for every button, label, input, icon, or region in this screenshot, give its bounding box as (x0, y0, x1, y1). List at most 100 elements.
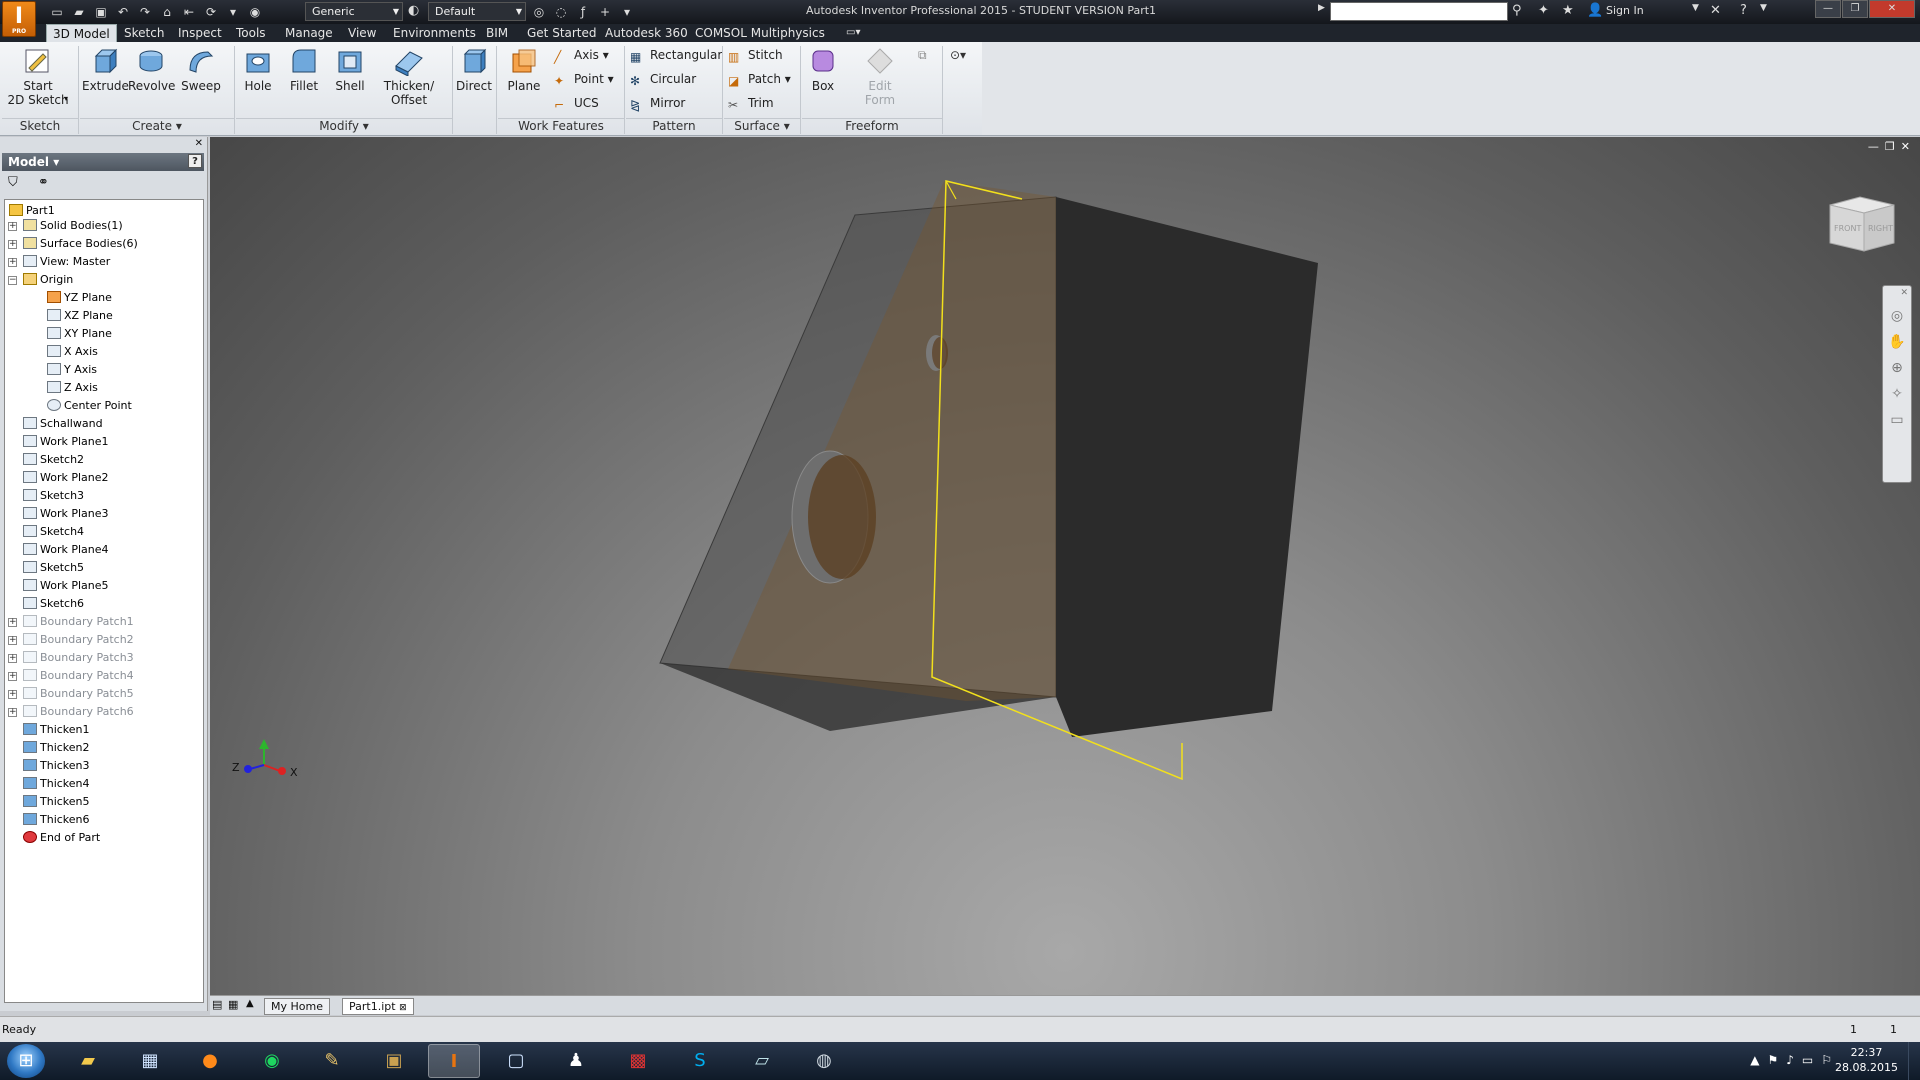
point-button[interactable]: ✦ Point ▾ (554, 71, 614, 88)
explorer-icon[interactable]: ▰ (62, 1044, 114, 1078)
tree-node-sketch5[interactable]: Sketch5 (23, 559, 84, 577)
look-at-icon[interactable]: ▭ (1883, 412, 1911, 428)
clear-icon[interactable]: ◌ (552, 3, 570, 21)
tree-node-work-plane1[interactable]: Work Plane1 (23, 433, 109, 451)
toolbox-icon[interactable]: ▩ (612, 1044, 664, 1078)
maximize-button[interactable]: ❐ (1842, 0, 1868, 18)
tree-node-y-axis[interactable]: Y Axis (47, 361, 97, 379)
tree-node-thicken3[interactable]: Thicken3 (23, 757, 90, 775)
search-input[interactable] (1330, 2, 1508, 21)
star-icon[interactable]: ★ (1562, 3, 1574, 18)
update-icon[interactable]: ⟳ (202, 3, 220, 21)
save-icon[interactable]: ▣ (92, 3, 110, 21)
tree-node-view[interactable]: View: Master (23, 253, 110, 271)
filter-icon[interactable]: ⛉ (8, 175, 18, 190)
show-desktop-button[interactable] (1908, 1042, 1920, 1080)
plus-icon[interactable]: + (596, 3, 614, 21)
tree-node-xy-plane[interactable]: XY Plane (47, 325, 112, 343)
rectangular-pattern-button[interactable]: ▦ Rectangular (630, 47, 722, 64)
chevron-down-icon[interactable]: ▾ (64, 94, 68, 103)
notes-icon[interactable]: ▱ (736, 1044, 788, 1078)
tree-node-x-axis[interactable]: X Axis (47, 343, 98, 361)
tree-node-boundary-patch1[interactable]: Boundary Patch1 (23, 613, 134, 631)
expand-icon[interactable]: + (8, 222, 17, 231)
help-icon[interactable]: ? (1740, 3, 1747, 18)
doc-tab-my-home[interactable]: My Home (264, 998, 330, 1015)
axis-button[interactable]: ╱ Axis ▾ (554, 47, 609, 64)
panel-create[interactable]: Create ▾ (80, 118, 234, 134)
minimize-button[interactable]: — (1815, 0, 1841, 18)
appearance-combo[interactable]: Default ▼ (428, 2, 526, 21)
pan-icon[interactable]: ✋ (1883, 334, 1911, 350)
shell-button[interactable]: Shell (330, 46, 370, 93)
panel-modify[interactable]: Modify ▾ (236, 118, 452, 134)
extrude-button[interactable]: Extrude (82, 46, 129, 93)
chevron-down-icon[interactable]: ▼ (1692, 3, 1699, 13)
close-icon[interactable]: ⊠ (399, 1003, 407, 1013)
tile-vertical-icon[interactable]: ▦ (228, 998, 238, 1011)
tab-tools[interactable]: Tools (230, 24, 272, 42)
circular-pattern-button[interactable]: ✻ Circular (630, 71, 696, 88)
photo-viewer-icon[interactable]: ▣ (368, 1044, 420, 1078)
tab-inspect[interactable]: Inspect (172, 24, 228, 42)
tab-sketch[interactable]: Sketch (118, 24, 170, 42)
trim-button[interactable]: ✂ Trim (728, 95, 774, 112)
tab-autodesk-360[interactable]: Autodesk 360 (599, 24, 694, 42)
tree-node-work-plane5[interactable]: Work Plane5 (23, 577, 109, 595)
tree-node-sketch6[interactable]: Sketch6 (23, 595, 84, 613)
steering-wheel-icon[interactable]: ◎ (1883, 308, 1911, 324)
game-icon[interactable]: ♟ (550, 1044, 602, 1078)
tree-node-surface-bodies[interactable]: Surface Bodies(6) (23, 235, 138, 253)
ucs-button[interactable]: ⌐ UCS (554, 95, 599, 112)
doc-tab-part1[interactable]: Part1.ipt ⊠ (342, 998, 414, 1015)
tab-view[interactable]: View (342, 24, 382, 42)
expand-icon[interactable]: + (8, 672, 17, 681)
tree-node-thicken6[interactable]: Thicken6 (23, 811, 90, 829)
adjust-icon[interactable]: ◎ (530, 3, 548, 21)
redo-icon[interactable]: ↷ (136, 3, 154, 21)
tree-node-sketch2[interactable]: Sketch2 (23, 451, 84, 469)
convert-icon[interactable]: ⧉ (918, 48, 927, 63)
new-icon[interactable]: ▭ (48, 3, 66, 21)
tree-node-thicken5[interactable]: Thicken5 (23, 793, 90, 811)
tree-node-boundary-patch5[interactable]: Boundary Patch5 (23, 685, 134, 703)
direct-button[interactable]: Direct (456, 46, 492, 93)
zoom-icon[interactable]: ⊕ (1883, 360, 1911, 376)
close-icon[interactable]: ✕ (195, 138, 203, 149)
undo-icon[interactable]: ↶ (114, 3, 132, 21)
hole-button[interactable]: Hole (238, 46, 278, 93)
system-tray[interactable]: ▲⚑♪▭⚐ (1750, 1053, 1840, 1067)
application-menu-button[interactable]: I PRO (2, 1, 36, 37)
tree-node-work-plane3[interactable]: Work Plane3 (23, 505, 109, 523)
sign-in-link[interactable]: Sign In (1606, 4, 1644, 17)
paint-icon[interactable]: ✎ (306, 1044, 358, 1078)
help-icon[interactable]: ? (188, 154, 202, 168)
panel-surface[interactable]: Surface ▾ (724, 118, 800, 134)
binoculars-icon[interactable]: ⚲ (1512, 3, 1522, 18)
exchange-icon[interactable]: ✕ (1710, 3, 1721, 18)
tab-comsol[interactable]: COMSOL Multiphysics (689, 24, 831, 42)
tree-node-end-of-part[interactable]: End of Part (23, 829, 100, 847)
customize-icon[interactable]: ▾ (618, 3, 636, 21)
tree-node-thicken4[interactable]: Thicken4 (23, 775, 90, 793)
spotify-icon[interactable]: ◉ (246, 1044, 298, 1078)
tab-3d-model[interactable]: 3D Model (46, 24, 117, 42)
box-button[interactable]: Box (804, 46, 842, 93)
tree-node-boundary-patch2[interactable]: Boundary Patch2 (23, 631, 134, 649)
material-icon[interactable]: ◉ (246, 3, 264, 21)
tree-node-boundary-patch3[interactable]: Boundary Patch3 (23, 649, 134, 667)
sweep-button[interactable]: Sweep (178, 46, 224, 93)
select-icon[interactable]: ▾ (224, 3, 242, 21)
graphics-viewport[interactable]: —❐✕ Z X FRONT RIGHT ✕ ◎ ✋ ⊕ ✧ ▭ (210, 137, 1920, 995)
tree-node-boundary-patch6[interactable]: Boundary Patch6 (23, 703, 134, 721)
close-icon[interactable]: ✕ (1883, 288, 1911, 298)
home-icon[interactable]: ⌂ (158, 3, 176, 21)
start-sketch-button[interactable]: Start 2D Sketch (6, 46, 70, 107)
tree-node-yz-plane[interactable]: YZ Plane (47, 289, 112, 307)
expand-icon[interactable]: + (8, 618, 17, 627)
plane-button[interactable]: Plane (500, 46, 548, 93)
patch-button[interactable]: ◪ Patch ▾ (728, 71, 791, 88)
mirror-button[interactable]: ⧎ Mirror (630, 95, 685, 112)
tree-node-sketch4[interactable]: Sketch4 (23, 523, 84, 541)
skype-icon[interactable]: S (674, 1044, 726, 1078)
